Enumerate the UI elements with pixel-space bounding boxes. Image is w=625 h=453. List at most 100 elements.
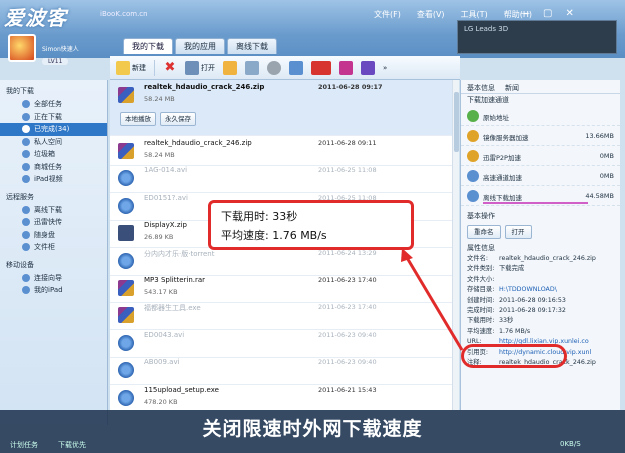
prop-row: 文件名: realtek_hdaudio_crack_246.zip: [461, 254, 620, 264]
sidebar-item[interactable]: iPad视频: [0, 173, 107, 186]
media-button[interactable]: [339, 59, 353, 77]
op-button[interactable]: 重命名: [467, 225, 501, 239]
file-row[interactable]: AB009.avi 2011-06-23 09:40: [110, 355, 452, 386]
file-row[interactable]: 福都器生工具.exe 2011-06-23 17:40: [110, 300, 452, 331]
close-icon[interactable]: ✕: [565, 8, 573, 19]
nav-item-icon: [22, 218, 30, 227]
file-row[interactable]: 115upload_setup.exe 478.20 KB 2011-06-21 1…: [110, 383, 452, 410]
file-row[interactable]: 分内内才乐·版·torrent 2011-06-24 13:29: [110, 246, 452, 276]
sidebar-item[interactable]: 商城任务: [0, 161, 107, 174]
file-name: 115upload_setup.exe: [144, 385, 219, 394]
status-item[interactable]: 下载优先: [58, 440, 86, 450]
scroll-thumb[interactable]: [454, 92, 459, 152]
file-row[interactable]: 1AG-014.avi 2011-06-25 11:08: [110, 163, 452, 194]
file-date: 2011-06-25 11:08: [318, 166, 377, 175]
accel-list: 原始地址 镜像服务器加速 13.66MB 迅雷P2P加速 0MB 高速通道加速 0MB 离线下…: [461, 106, 620, 206]
accel-channel-icon: [467, 110, 479, 122]
vip-icon: [311, 60, 331, 75]
prop-row: 创建时间: 2011-06-28 09:16:53: [461, 296, 620, 306]
ops-buttons: 重命名 打开: [461, 222, 620, 242]
ad-banner[interactable]: LG Leads 3D: [457, 20, 617, 54]
accel-name: 镜像服务器加速: [483, 134, 529, 142]
sidebar-item[interactable]: 垃圾箱: [0, 148, 107, 161]
list-view-button[interactable]: [245, 59, 259, 77]
prop-value[interactable]: H:\TDDOWNLOAD\: [499, 285, 557, 295]
detail-tab[interactable]: 基本信息: [467, 83, 495, 92]
folder-icon: [223, 60, 237, 75]
sidebar-item[interactable]: 正在下载: [0, 111, 107, 124]
sidebar: 我的下载 全部任务 正在下载 已完成(34) 私人空间垃圾箱 商城任务 iPad视频 远程服务…: [0, 80, 108, 425]
open-folder-icon: [185, 60, 199, 75]
sidebar-item[interactable]: 已完成(34): [0, 123, 107, 136]
nav-item-icon: [22, 150, 30, 159]
local-play-button[interactable]: 本地播放: [120, 112, 156, 126]
accel-value: 13.66MB: [585, 132, 614, 140]
menu-item[interactable]: 文件(F): [374, 9, 401, 20]
sidebar-item[interactable]: 我的iPad: [0, 284, 107, 297]
avatar[interactable]: [8, 34, 36, 62]
minimize-icon[interactable]: —: [520, 8, 530, 19]
status-item[interactable]: 计划任务: [10, 440, 38, 450]
status-bar: 计划任务 下载优先: [0, 436, 625, 453]
op-button[interactable]: 打开: [504, 225, 532, 239]
prop-key: 创建时间:: [467, 296, 495, 304]
file-type-icon: [118, 280, 134, 296]
sidebar-item-label: 私人空间: [34, 137, 62, 146]
delete-button[interactable]: ✖: [163, 59, 177, 77]
prop-key: 文件大小:: [467, 275, 495, 283]
list-icon: [245, 60, 259, 75]
file-row[interactable]: ED0043.avi 2011-06-23 09:40: [110, 328, 452, 358]
shield-button[interactable]: [289, 59, 303, 77]
prop-value: 下载完成: [499, 265, 525, 273]
shield-icon: [289, 60, 303, 75]
file-list-scrollbar[interactable]: [452, 80, 459, 410]
more-button[interactable]: »: [383, 59, 387, 77]
tab[interactable]: 离线下载: [227, 38, 277, 54]
open-button-label: 打开: [201, 63, 215, 72]
open-button[interactable]: 打开: [185, 59, 215, 77]
sidebar-item[interactable]: 文件柜: [0, 241, 107, 254]
nav-item-icon: [22, 230, 30, 239]
sidebar-item[interactable]: 随身盘: [0, 229, 107, 242]
sidebar-item[interactable]: 全部任务: [0, 98, 107, 111]
file-name: DisplayX.zip: [144, 221, 187, 230]
accel-name: 原始地址: [483, 114, 509, 122]
prop-value: 2011-06-28 09:16:53: [499, 296, 566, 304]
sidebar-item[interactable]: 私人空间: [0, 136, 107, 149]
file-type-icon: [118, 87, 134, 103]
menu-item[interactable]: 查看(V): [417, 9, 445, 20]
accel-name: 迅雷P2P加速: [483, 154, 521, 162]
sidebar-group-label[interactable]: 远程服务: [0, 190, 107, 204]
detail-tab[interactable]: 新闻: [505, 83, 519, 92]
prop-row: 平均速度: 1.76 MB/s: [461, 327, 620, 337]
vip-button[interactable]: [311, 59, 331, 77]
accel-item: 迅雷P2P加速 0MB: [461, 146, 620, 166]
sidebar-item[interactable]: 连接向导: [0, 272, 107, 285]
tab[interactable]: 我的应用: [175, 38, 225, 54]
folder-button[interactable]: [223, 59, 237, 77]
sidebar-item[interactable]: 离线下载: [0, 204, 107, 217]
main-tabs: 我的下载 我的应用 离线下载: [123, 38, 277, 54]
file-row[interactable]: realtek_hdaudio_crack_246.zip 58.24 MB 201…: [110, 136, 452, 166]
accel-item: 离线下载加速 44.58MB: [461, 186, 620, 206]
settings-button[interactable]: [267, 59, 281, 77]
new-button[interactable]: 新建: [116, 59, 146, 77]
file-size: 26.89 KB: [144, 233, 174, 242]
row-actions: 本地播放 永久保存: [120, 112, 196, 126]
average-speed: 平均速度: 1.76 MB/s: [221, 229, 327, 242]
file-row[interactable]: MP3 Splitterin.rar 543.17 KB 2011-06-23 17…: [110, 273, 452, 303]
tab[interactable]: 我的下载: [123, 38, 173, 54]
sidebar-group-label[interactable]: 移动设备: [0, 258, 107, 272]
accel-channel-icon: [467, 170, 479, 182]
prop-row: 下载用时: 33秒: [461, 316, 620, 326]
save-permanently-button[interactable]: 永久保存: [160, 112, 196, 126]
file-row[interactable]: realtek_hdaudio_crack_246.zip 58.24 MB 201…: [110, 80, 452, 136]
sidebar-item[interactable]: 迅雷快传: [0, 216, 107, 229]
game-button[interactable]: [361, 59, 375, 77]
menu-item[interactable]: 工具(T): [461, 9, 488, 20]
file-name: MP3 Splitterin.rar: [144, 276, 206, 284]
user-name[interactable]: Simon快速人: [42, 44, 79, 53]
sidebar-group-label[interactable]: 我的下载: [0, 84, 107, 98]
maximize-icon[interactable]: ▢: [543, 8, 552, 19]
file-name: 分内内才乐·版·torrent: [144, 249, 215, 258]
